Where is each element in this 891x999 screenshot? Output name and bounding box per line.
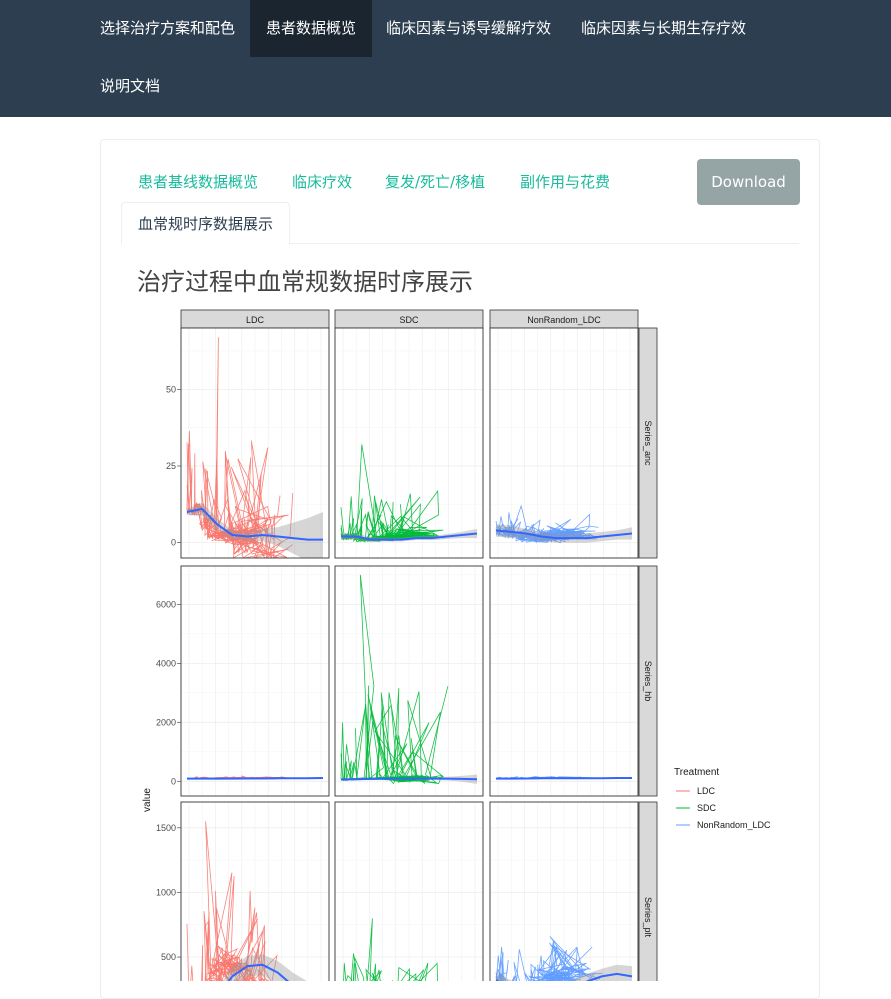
panel-series_hb-sdc	[335, 566, 483, 796]
panel-series_hb-ldc	[181, 566, 329, 796]
panel-series_plt-ldc	[181, 802, 329, 981]
panel-series_anc-nonrandom_ldc	[490, 328, 638, 558]
facet-strip-label-nonrandom_ldc: NonRandom_LDC	[527, 315, 601, 325]
facet-row-strip-series_plt	[638, 801, 658, 981]
panel-series_plt-nonrandom_ldc	[490, 802, 638, 981]
panel-series_anc-sdc	[335, 328, 483, 558]
y-tick-label: 4000	[156, 658, 176, 668]
facet-row-label-series_hb: Series_hb	[643, 661, 653, 702]
y-tick-label: 25	[166, 461, 176, 471]
y-tick-label: 1500	[156, 823, 176, 833]
y-tick-label: 6000	[156, 599, 176, 609]
facet-strip-label-sdc: SDC	[399, 315, 419, 325]
panel-series_anc-ldc	[181, 328, 329, 558]
y-tick-label: 50	[166, 384, 176, 394]
facet-row-label-series_plt: Series_plt	[643, 897, 653, 938]
facet-line-chart: LDC SDC NonRandom_LDC Series_anc 0 25 50 Series…	[142, 309, 771, 981]
y-tick-label: 500	[161, 952, 176, 962]
y-tick-label: 0	[171, 776, 176, 786]
y-axis-label: value	[142, 788, 153, 812]
legend-label-sdc: SDC	[697, 803, 717, 813]
facet-strip-label-ldc: LDC	[246, 315, 265, 325]
panel-series_plt-sdc	[335, 802, 483, 981]
y-tick-label: 0	[171, 538, 176, 548]
smooth-line	[340, 777, 478, 781]
smooth-line	[496, 777, 632, 780]
legend-title: Treatment	[674, 767, 719, 778]
legend-label-ldc: LDC	[697, 786, 716, 796]
smooth-line	[187, 777, 324, 780]
legend-label-nonrandom_ldc: NonRandom_LDC	[697, 820, 771, 830]
panel-series_hb-nonrandom_ldc	[490, 566, 638, 796]
facet-row-label-series_anc: Series_anc	[643, 420, 653, 466]
y-tick-label: 1000	[156, 887, 176, 897]
y-tick-label: 2000	[156, 717, 176, 727]
